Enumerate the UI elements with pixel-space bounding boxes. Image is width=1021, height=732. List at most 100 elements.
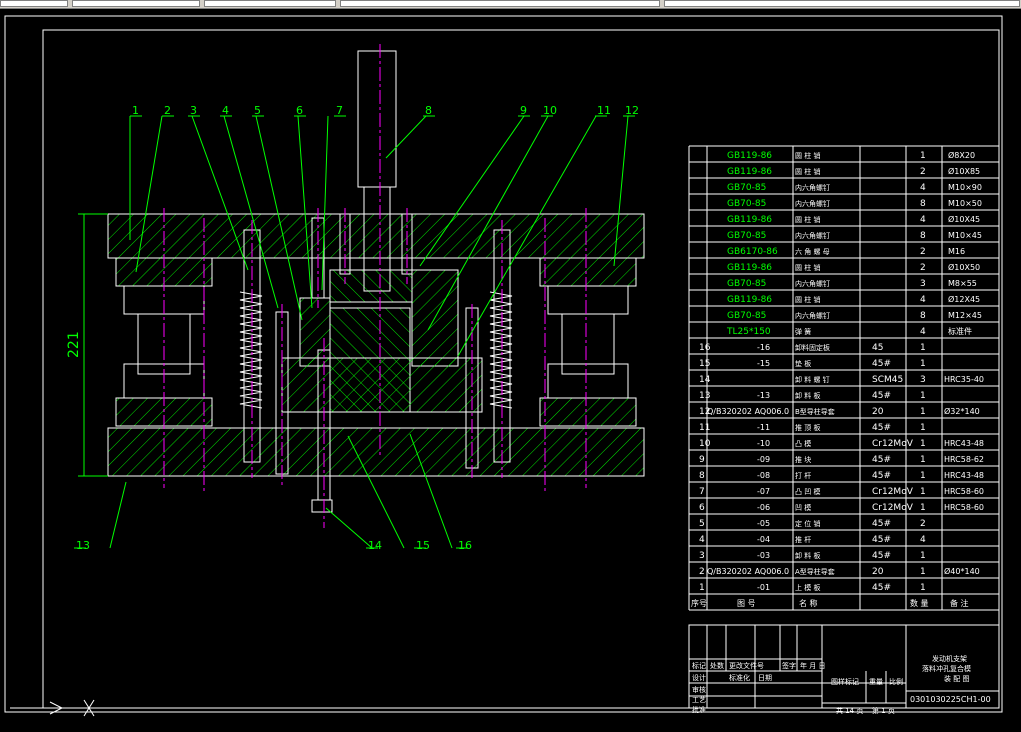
bill-of-materials-table: GB119-86 圆 柱 销 1 Ø8X20 GB119-86 圆 柱 销 2 Ø10X85 G… (688, 145, 1000, 611)
rev-label-5: 年 月 日 (800, 661, 825, 670)
bom-standard-spec: M16 (948, 247, 965, 256)
bom-standard-qty: 8 (920, 231, 926, 241)
bom-part-name: 凹 模 (795, 503, 811, 512)
part-label-5: 5 (254, 104, 261, 117)
toolbar-field-1[interactable] (0, 0, 68, 7)
part-label-8: 8 (425, 104, 432, 117)
date-label: 日期 (758, 674, 772, 682)
bom-part-number: 9 (699, 455, 705, 465)
bom-part-code: -08 (757, 471, 770, 480)
rev-label-1: 标记 (692, 661, 706, 670)
rev-label-3: 更改文件号 (729, 661, 764, 670)
bom-part-number: 5 (699, 519, 705, 529)
bom-part-number: 15 (699, 359, 710, 369)
bom-part-number: 6 (699, 503, 705, 513)
bom-part-material: 45# (872, 551, 891, 561)
bom-part-name: 推 杆 (795, 535, 811, 544)
bom-standard-qty: 2 (920, 247, 926, 257)
part-label-2: 2 (164, 104, 171, 117)
cad-drawing-canvas[interactable]: 221 1 2 3 4 5 6 7 8 9 10 11 1213 14 15 16 GB119-86 圆 柱 … (0, 8, 1021, 732)
bom-standard-name: 圆 柱 销 (795, 215, 820, 224)
bom-standard-name: 内六角螺钉 (795, 311, 830, 320)
stripper-plate (281, 357, 483, 413)
right-guide-pillar-mid (561, 313, 615, 375)
bom-standard-spec: Ø10X85 (948, 166, 980, 176)
bom-standard-spec: Ø10X50 (948, 262, 980, 272)
bom-standard-spec: 标准件 (948, 326, 972, 336)
bom-part-code: -01 (757, 583, 770, 592)
bom-standard-qty: 8 (920, 311, 926, 321)
bom-part-material: 45 (872, 343, 883, 353)
bom-standard-name: 弹 簧 (795, 327, 811, 336)
bom-part-number: 14 (699, 375, 711, 385)
bom-standard-qty: 2 (920, 263, 926, 273)
part-label-9: 9 (520, 104, 527, 117)
left-spring (239, 291, 263, 409)
toolbar-field-3[interactable] (204, 0, 336, 7)
bom-part-code: -04 (757, 535, 770, 544)
bom-part-material: SCM45 (872, 375, 903, 385)
bom-part-qty: 1 (920, 567, 926, 577)
bom-standard-code: GB70-85 (727, 311, 766, 321)
bom-part-qty: 1 (920, 455, 926, 465)
bom-standard-code: GB119-86 (727, 167, 772, 177)
part-label-4: 4 (222, 104, 229, 117)
part-label-11: 11 (597, 104, 611, 117)
bom-part-qty: 1 (920, 407, 926, 417)
sign-label-review: 审核 (692, 685, 706, 694)
right-guide-bush-bottom (539, 397, 637, 427)
right-guide-bush-top (539, 257, 637, 287)
bom-part-qty: 1 (920, 439, 926, 449)
bom-part-code: -11 (757, 423, 770, 432)
bom-part-material: 45# (872, 535, 891, 545)
leader-line (223, 115, 279, 309)
height-dimension (78, 213, 108, 477)
bom-part-name: 凸 模 (795, 439, 811, 448)
bom-standard-name: 圆 柱 销 (795, 295, 820, 304)
sign-label-process: 工艺 (692, 696, 706, 704)
bom-standard-qty: 4 (920, 295, 926, 305)
bom-part-name: 卸 料 螺 钉 (795, 375, 830, 384)
bom-standard-spec: M10×45 (948, 231, 982, 240)
sign-label-approve: 批准 (692, 705, 706, 714)
rev-label-4: 签字 (782, 661, 796, 670)
toolbar-field-5[interactable] (664, 0, 1020, 7)
bom-part-qty: 1 (920, 359, 926, 369)
part-label-7: 7 (336, 104, 343, 117)
bom-part-name: 推 顶 板 (795, 423, 820, 432)
part-label-10: 10 (543, 104, 557, 117)
bom-standard-code: GB70-85 (727, 199, 766, 209)
bom-part-qty: 1 (920, 391, 926, 401)
bom-part-note: HRC58-60 (944, 487, 984, 496)
title-block-text: 标记 处数 更改文件号 签字 年 月 日 设计 标准化 日期 审核 工艺 批准 … (692, 654, 991, 715)
toolbar-field-2[interactable] (72, 0, 200, 7)
bom-standard-qty: 3 (920, 279, 926, 289)
bom-part-material: 45# (872, 391, 891, 401)
bom-standard-code: GB70-85 (727, 231, 766, 241)
bom-part-material: 45# (872, 359, 891, 369)
lower-die-plate (107, 427, 645, 477)
toolbar-field-4[interactable] (340, 0, 660, 7)
bom-part-note: HRC35-40 (944, 375, 984, 384)
bom-standard-qty: 4 (920, 183, 926, 193)
drawing-number: 0301030225CH1-00 (910, 695, 991, 704)
bom-part-name: 推 块 (795, 455, 811, 464)
bom-part-material: 20 (872, 407, 884, 417)
bom-part-qty: 1 (920, 503, 926, 513)
bom-part-material: 45# (872, 455, 891, 465)
bom-part-material: 20 (872, 567, 884, 577)
bom-part-name: B型导柱导套 (795, 407, 835, 416)
bom-standard-qty: 8 (920, 199, 926, 209)
bom-standard-name: 圆 柱 销 (795, 167, 820, 176)
bom-standard-spec: M10×90 (948, 183, 982, 192)
part-label-13: 13 (76, 539, 90, 552)
bom-part-name: 卸 料 板 (795, 391, 820, 400)
bom-standard-code: GB70-85 (727, 183, 766, 193)
bom-standard-code: GB119-86 (727, 263, 772, 273)
dimension-text: 221 (66, 331, 82, 358)
bom-part-number: 2 (699, 567, 705, 577)
bom-part-number: 1 (699, 583, 705, 593)
bom-standard-qty: 4 (920, 215, 926, 225)
upper-die-plate (107, 213, 645, 259)
bom-standard-name: 圆 柱 销 (795, 151, 820, 160)
